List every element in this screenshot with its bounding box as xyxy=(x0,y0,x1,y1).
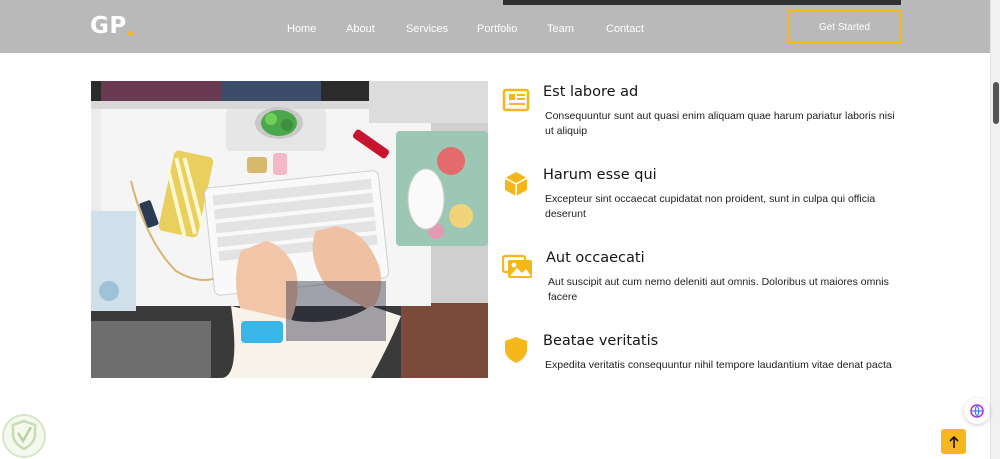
nav-portfolio[interactable]: Portfolio xyxy=(477,23,517,35)
get-started-button[interactable]: Get Started xyxy=(788,10,901,44)
translate-button[interactable] xyxy=(964,398,990,424)
feature-item: Aut occaecati Aut suscipit aut cum nemo … xyxy=(500,250,900,310)
feature-title: Aut occaecati xyxy=(546,250,645,266)
feature-item: Beatae veritatis Expedita veritatis cons… xyxy=(500,333,900,393)
globe-icon xyxy=(970,404,984,418)
cube-icon xyxy=(504,172,528,196)
site-header: GP Home About Services Portfolio Team Co… xyxy=(0,0,990,53)
nav-services[interactable]: Services xyxy=(406,23,448,35)
security-shield-badge-icon[interactable] xyxy=(0,410,48,459)
feature-description: Expedita veritatis consequuntur nihil te… xyxy=(545,359,892,371)
feature-description: Consequuntur sunt aut quasi enim aliquam… xyxy=(545,110,895,137)
feature-item: Est labore ad Consequuntur sunt aut quas… xyxy=(500,84,900,144)
scrollbar-thumb[interactable] xyxy=(993,82,999,124)
feature-title: Est labore ad xyxy=(543,84,639,100)
shield-icon xyxy=(505,337,527,363)
nav-home[interactable]: Home xyxy=(287,23,316,35)
workspace-illustration xyxy=(91,81,488,378)
feature-description: Excepteur sint occaecat cupidatat non pr… xyxy=(545,193,876,220)
page-scrollbar[interactable] xyxy=(990,0,1000,459)
nav-about[interactable]: About xyxy=(346,23,375,35)
back-to-top-button[interactable] xyxy=(941,429,966,454)
nav-contact[interactable]: Contact xyxy=(606,23,644,35)
header-hero-strip xyxy=(503,0,901,5)
images-icon xyxy=(502,254,532,278)
arrow-up-icon xyxy=(948,435,959,448)
feature-title: Beatae veritatis xyxy=(543,333,659,349)
feature-title: Harum esse qui xyxy=(543,167,657,183)
feature-description: Aut suscipit aut cum nemo deleniti aut o… xyxy=(548,276,889,303)
nav-team[interactable]: Team xyxy=(547,23,574,35)
workspace-photo xyxy=(91,81,488,378)
newspaper-icon xyxy=(502,88,530,112)
feature-item: Harum esse qui Excepteur sint occaecat c… xyxy=(500,167,900,227)
